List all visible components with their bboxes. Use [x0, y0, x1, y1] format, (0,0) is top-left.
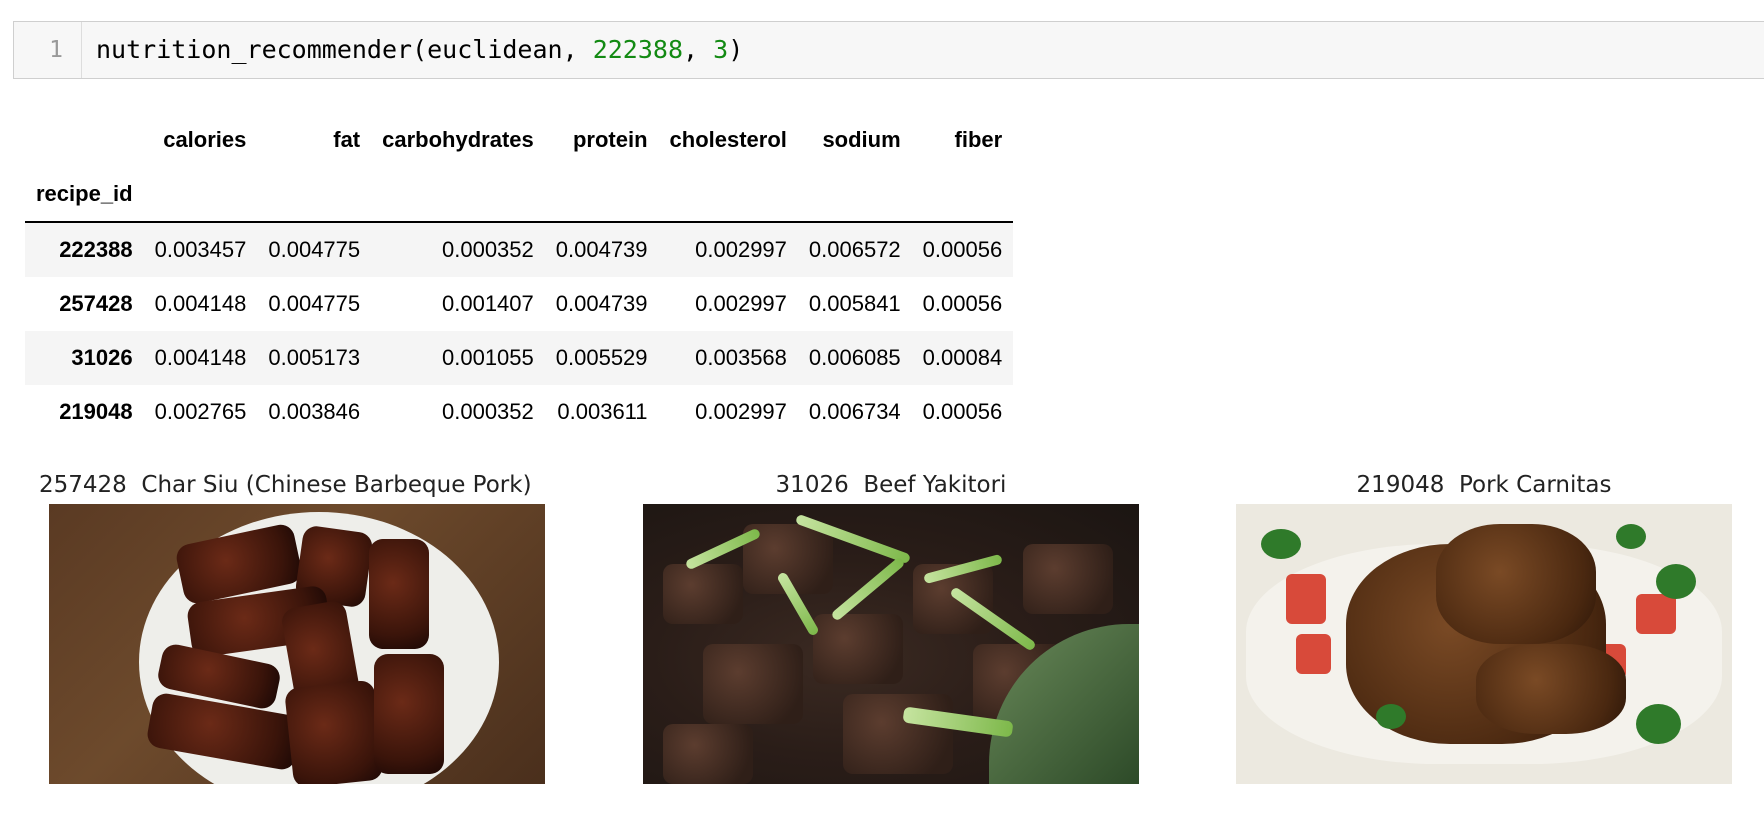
- recipe-photo-pork-carnitas: [1236, 504, 1732, 784]
- table-cell: 0.006085: [808, 345, 901, 370]
- table-cell: 0.002765: [154, 399, 247, 424]
- column-header: protein: [572, 127, 648, 152]
- recipe-title: 219048 Pork Carnitas: [1356, 472, 1612, 498]
- table-cell: 0.00056: [922, 291, 1003, 316]
- column-header: sodium: [822, 127, 901, 152]
- table-cell: 0.006734: [808, 399, 901, 424]
- row-index: 222388: [59, 237, 133, 262]
- code-cell[interactable]: 1 nutrition_recommender(euclidean, 22238…: [13, 21, 1764, 79]
- code-function-call: nutrition_recommender(euclidean,: [96, 35, 593, 64]
- column-header: cholesterol: [669, 127, 787, 152]
- table-cell: 0.004739: [555, 237, 648, 262]
- table-cell: 0.002997: [695, 237, 787, 262]
- code-arg-recipe-id: 222388: [592, 35, 684, 64]
- table-cell: 0.002997: [695, 399, 787, 424]
- table-cell: 0.004775: [268, 237, 361, 262]
- table-cell: 0.000352: [442, 399, 534, 424]
- table-cell: 0.002997: [695, 291, 787, 316]
- table-cell: 0.001055: [442, 345, 534, 370]
- column-header: carbohydrates: [382, 127, 534, 152]
- column-header: calories: [163, 127, 247, 152]
- output-dataframe: calories fat carbohydrates protein chole…: [25, 113, 1014, 439]
- index-corner: [25, 113, 144, 167]
- recipe-title: 31026 Beef Yakitori: [775, 472, 1007, 498]
- table-cell: 0.003846: [268, 399, 361, 424]
- recipe-card-char-siu: 257428 Char Siu (Chinese Barbeque Pork): [39, 468, 545, 784]
- column-header: fiber: [954, 127, 1003, 152]
- code-arg-separator: ,: [683, 35, 714, 64]
- recipe-title: 257428 Char Siu (Chinese Barbeque Pork): [39, 472, 532, 498]
- table-cell: 0.004739: [555, 291, 648, 316]
- code-arg-count: 3: [713, 35, 729, 64]
- table-cell: 0.005173: [268, 345, 361, 370]
- table-cell: 0.000352: [442, 237, 534, 262]
- table-cell: 0.005841: [808, 291, 901, 316]
- line-number: 1: [14, 22, 82, 78]
- table-row: 257428 0.004148 0.004775 0.001407 0.0047…: [25, 277, 1013, 331]
- column-header-row: calories fat carbohydrates protein chole…: [25, 113, 1013, 167]
- code-line[interactable]: nutrition_recommender(euclidean, 222388,…: [96, 22, 743, 78]
- recipe-photo-beef-yakitori: [643, 504, 1139, 784]
- row-index: 219048: [59, 399, 133, 424]
- table-cell: 0.00056: [922, 399, 1003, 424]
- table-cell: 0.003568: [695, 345, 787, 370]
- row-index: 257428: [59, 291, 133, 316]
- table-cell: 0.004148: [154, 291, 247, 316]
- table-cell: 0.003611: [557, 399, 648, 424]
- table-row: 31026 0.004148 0.005173 0.001055 0.00552…: [25, 331, 1014, 385]
- table-cell: 0.003457: [154, 237, 247, 262]
- index-name: recipe_id: [25, 167, 144, 223]
- table-cell: 0.004775: [268, 291, 361, 316]
- table-cell: 0.00056: [922, 237, 1003, 262]
- recipe-card-beef-yakitori: 31026 Beef Yakitori: [643, 468, 1139, 784]
- table-cell: 0.005529: [555, 345, 648, 370]
- recipe-card-pork-carnitas: 219048 Pork Carnitas: [1236, 468, 1732, 784]
- table-cell: 0.001407: [442, 291, 534, 316]
- column-header: fat: [333, 127, 361, 152]
- recipe-photo-char-siu: [49, 504, 545, 784]
- row-index: 31026: [71, 345, 133, 370]
- table-row: 219048 0.002765 0.003846 0.000352 0.0036…: [25, 385, 1013, 439]
- code-close-paren: ): [728, 35, 744, 64]
- table-cell: 0.006572: [808, 237, 901, 262]
- table-cell: 0.004148: [154, 345, 247, 370]
- table-cell: 0.00084: [922, 345, 1003, 370]
- index-name-row: recipe_id: [25, 167, 1014, 223]
- table-row: 222388 0.003457 0.004775 0.000352 0.0047…: [25, 222, 1014, 277]
